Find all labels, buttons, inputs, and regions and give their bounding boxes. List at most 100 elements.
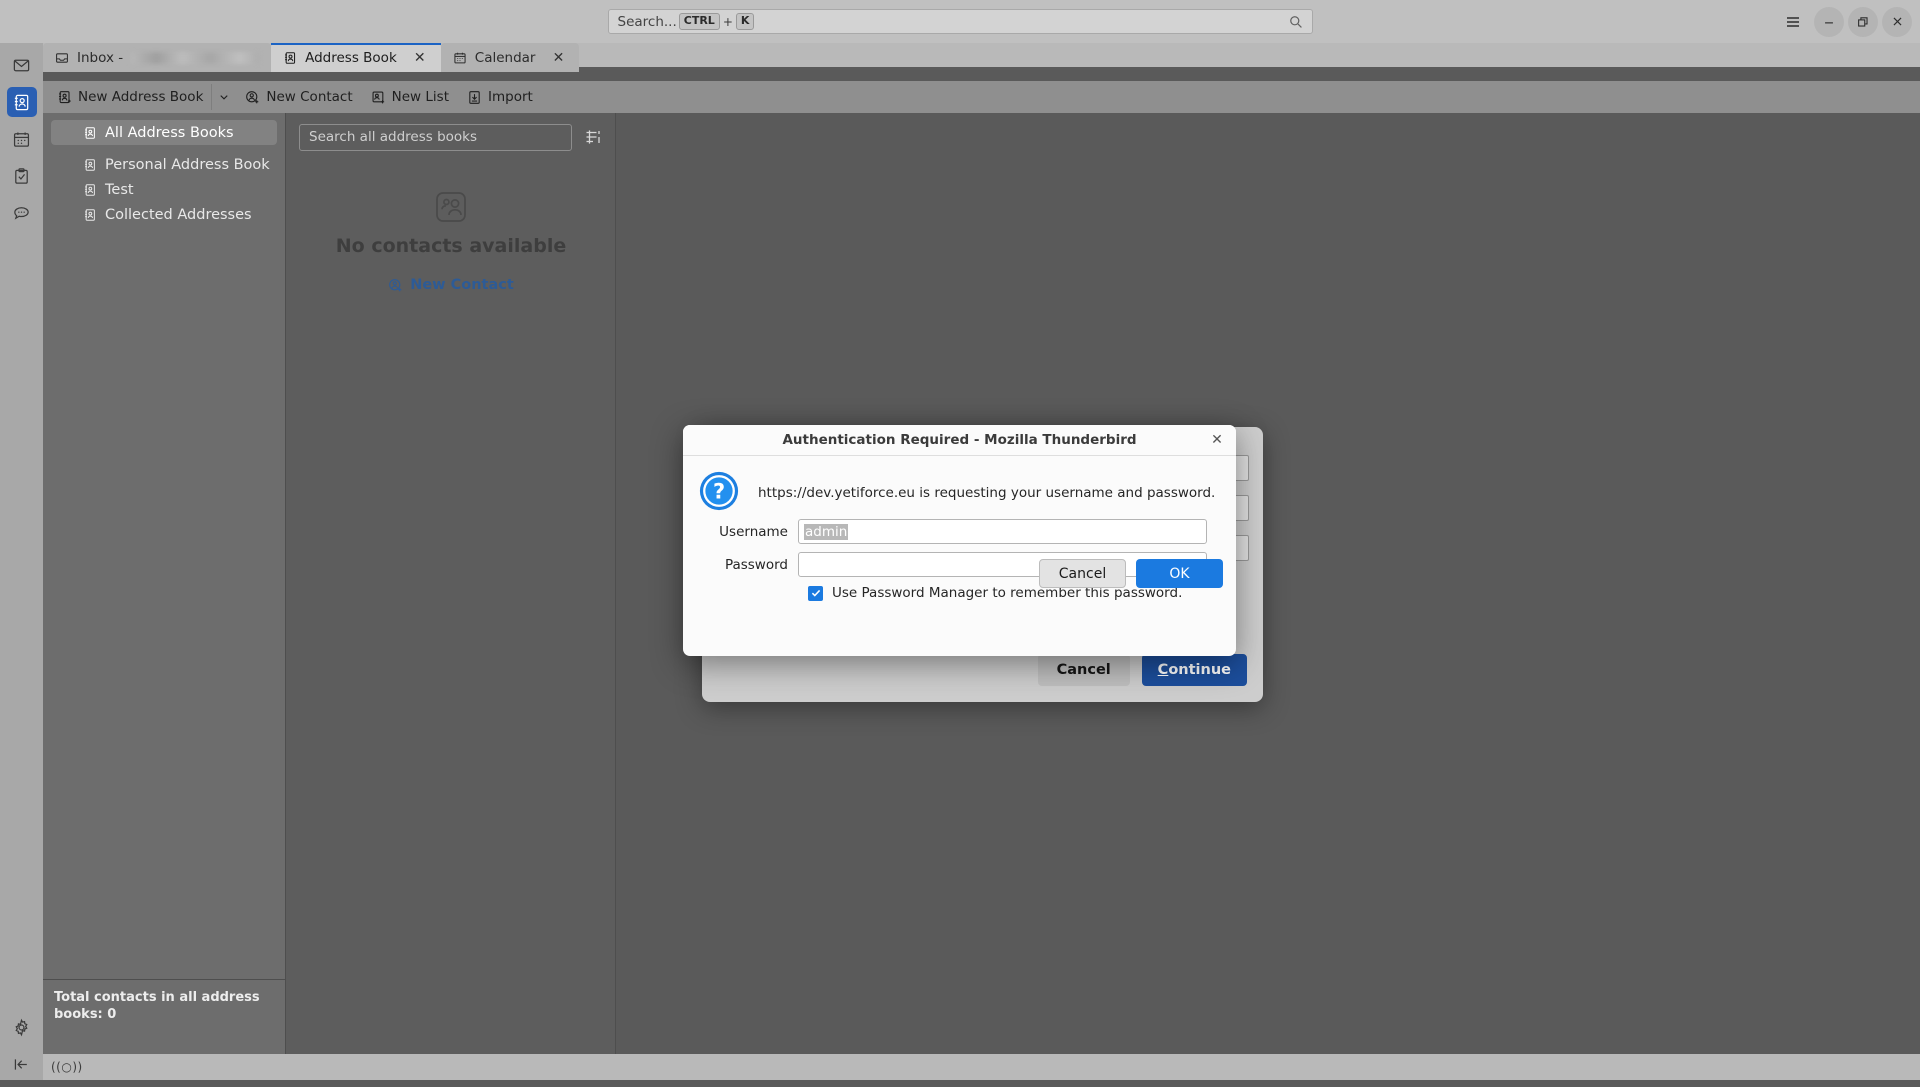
new-list-button[interactable]: New List <box>363 84 457 110</box>
address-book-item-test[interactable]: Test <box>51 177 277 202</box>
address-books-pane: All Address Books Personal Address Book <box>43 113 286 1060</box>
total-contacts-status: Total contacts in all address books: 0 <box>43 979 285 1033</box>
list-plus-icon <box>371 90 386 105</box>
auth-username-row: Username admin <box>699 519 1220 544</box>
rail-item-mail[interactable] <box>7 50 37 80</box>
auth-password-label: Password <box>699 557 798 573</box>
auth-cancel-button[interactable]: Cancel <box>1039 559 1126 588</box>
tab-calendar-label: Calendar <box>475 50 536 66</box>
address-book-icon <box>83 158 97 172</box>
tab-inbox-redacted-address <box>131 52 259 64</box>
tab-address-book[interactable]: Address Book ✕ <box>271 43 441 72</box>
chat-bubble-icon <box>12 204 31 223</box>
contact-plus-icon <box>245 90 260 105</box>
new-contact-button[interactable]: New Contact <box>237 84 360 110</box>
address-book-item-all[interactable]: All Address Books <box>51 120 277 145</box>
tab-calendar[interactable]: Calendar ✕ <box>441 43 580 72</box>
status-bar: ((○)) <box>43 1054 1920 1080</box>
tab-inbox-label: Inbox - <box>77 50 123 66</box>
address-book-icon <box>12 93 31 112</box>
auth-remember-checkbox[interactable] <box>808 586 823 601</box>
contacts-empty-new-contact-link[interactable]: New Contact <box>388 277 514 293</box>
new-address-book-button[interactable]: New Address Book <box>49 84 211 110</box>
global-search-placeholder: Search... <box>618 14 677 30</box>
contacts-empty-action-label: New Contact <box>410 277 514 293</box>
restore-icon[interactable] <box>1848 7 1878 37</box>
auth-dialog-buttons: Cancel OK <box>1039 559 1223 588</box>
contacts-empty-title: No contacts available <box>336 235 566 257</box>
contacts-search-placeholder: Search all address books <box>309 129 477 145</box>
address-book-icon <box>283 51 297 65</box>
collapse-left-icon <box>12 1055 31 1074</box>
auth-username-label: Username <box>699 524 798 540</box>
address-book-icon <box>83 126 97 140</box>
contacts-empty-icon <box>434 190 468 224</box>
tab-calendar-close-icon[interactable]: ✕ <box>549 49 567 67</box>
background-dialog-continue-button[interactable]: Continue <box>1142 654 1247 686</box>
search-shortcut-plus: + <box>723 15 733 29</box>
contacts-search-input[interactable]: Search all address books <box>299 124 572 151</box>
clipboard-check-icon <box>12 167 31 186</box>
background-dialog-continue-rest: ontinue <box>1168 662 1231 678</box>
auth-dialog-message: https://dev.yetiforce.eu is requesting y… <box>758 469 1215 503</box>
background-dialog-continue-accesskey: C <box>1158 662 1169 678</box>
gear-icon <box>12 1018 31 1037</box>
import-button[interactable]: Import <box>459 84 541 110</box>
global-search-input[interactable]: Search... CTRL + K <box>608 9 1313 34</box>
address-book-plus-icon <box>57 90 72 105</box>
tab-address-book-close-icon[interactable]: ✕ <box>411 49 429 67</box>
left-icon-rail <box>0 43 43 1080</box>
search-shortcut-ctrl: CTRL <box>679 13 720 30</box>
new-address-book-split-button: New Address Book <box>49 84 235 110</box>
contacts-pane: Search all address books <box>286 113 616 1060</box>
display-options-icon[interactable] <box>584 128 602 146</box>
contact-plus-icon <box>388 278 403 293</box>
rail-item-address-book[interactable] <box>7 87 37 117</box>
minimize-icon[interactable] <box>1814 7 1844 37</box>
search-icon <box>1289 15 1303 29</box>
rail-bottom-group <box>0 1005 43 1079</box>
new-list-label: New List <box>392 89 449 105</box>
tab-strip: Inbox - Address Book ✕ Calendar <box>43 38 1920 72</box>
import-icon <box>467 90 482 105</box>
address-book-item-label: Test <box>105 182 134 198</box>
new-address-book-label: New Address Book <box>78 89 203 105</box>
address-book-item-label: Collected Addresses <box>105 207 252 223</box>
background-dialog-cancel-button[interactable]: Cancel <box>1038 654 1130 686</box>
address-book-item-collected[interactable]: Collected Addresses <box>51 202 277 227</box>
address-book-item-label: All Address Books <box>105 125 234 141</box>
contacts-search-row: Search all address books <box>286 113 615 161</box>
rail-item-tasks[interactable] <box>7 161 37 191</box>
new-contact-label: New Contact <box>266 89 352 105</box>
tab-address-book-label: Address Book <box>305 50 397 66</box>
auth-dialog-titlebar: Authentication Required - Mozilla Thunde… <box>683 425 1236 456</box>
rail-item-collapse[interactable] <box>7 1049 37 1079</box>
rail-item-chat[interactable] <box>7 198 37 228</box>
address-book-icon <box>83 183 97 197</box>
calendar-icon <box>453 51 467 65</box>
rail-item-calendar[interactable] <box>7 124 37 154</box>
question-mark-icon: ? <box>699 471 739 511</box>
window-controls <box>1776 0 1912 43</box>
svg-text:?: ? <box>713 480 725 504</box>
search-shortcut-k: K <box>736 13 755 30</box>
new-address-book-dropdown-icon[interactable] <box>211 84 235 110</box>
auth-username-input[interactable]: admin <box>798 519 1207 544</box>
rail-item-settings[interactable] <box>7 1012 37 1042</box>
authentication-required-dialog: Authentication Required - Mozilla Thunde… <box>683 425 1236 656</box>
hamburger-menu-icon[interactable] <box>1776 7 1810 37</box>
calendar-icon <box>12 130 31 149</box>
auth-dialog-close-icon[interactable]: ✕ <box>1208 431 1226 449</box>
address-book-icon <box>83 208 97 222</box>
auth-username-value: admin <box>804 524 848 540</box>
tab-inbox[interactable]: Inbox - <box>43 43 271 72</box>
contacts-empty-state: No contacts available New Contact <box>286 190 616 293</box>
window-titlebar: Search... CTRL + K <box>0 0 1920 43</box>
auth-ok-button[interactable]: OK <box>1136 559 1223 588</box>
address-books-list: All Address Books Personal Address Book <box>43 113 285 227</box>
inbox-icon <box>55 51 69 65</box>
address-book-item-personal[interactable]: Personal Address Book <box>51 152 277 177</box>
connectivity-icon: ((○)) <box>51 1060 83 1074</box>
auth-dialog-body: ? https://dev.yetiforce.eu is requesting… <box>683 456 1236 601</box>
close-icon[interactable] <box>1882 7 1912 37</box>
